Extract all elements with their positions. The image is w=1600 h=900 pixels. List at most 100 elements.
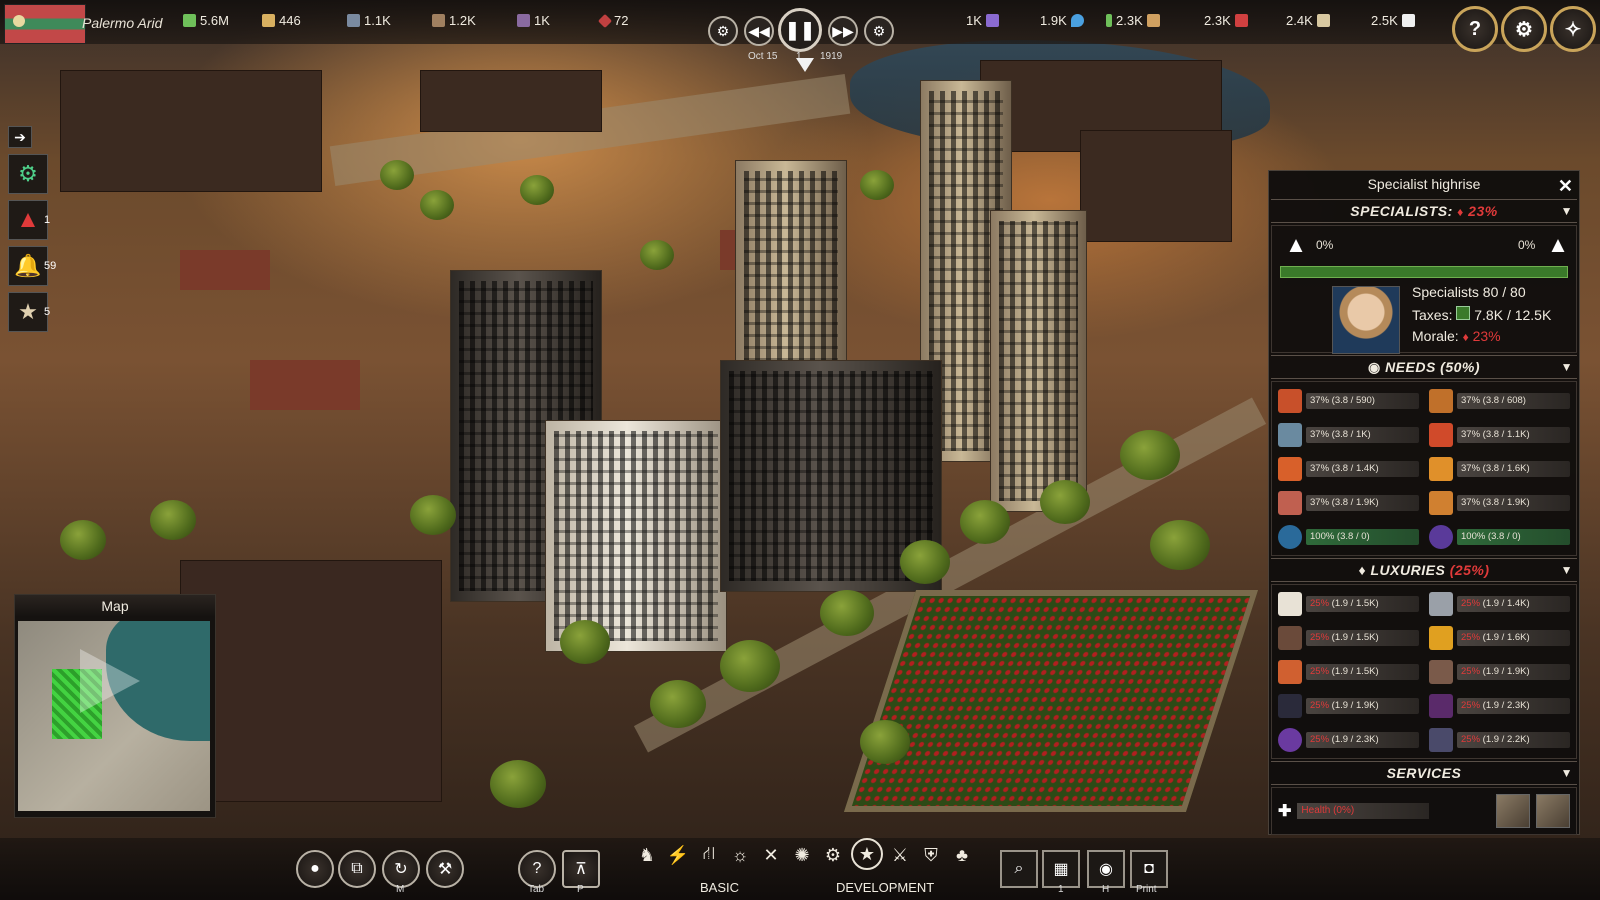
building-block (1080, 130, 1232, 242)
resource-goods[interactable]: 2.3K (1106, 13, 1160, 28)
luxury-item[interactable]: 25% (1.9 / 1.5K) (1278, 590, 1419, 617)
need-item[interactable]: 100% (3.8 / 0) (1278, 523, 1419, 550)
luxury-item[interactable]: 25% (1.9 / 1.9K) (1278, 692, 1419, 719)
need-item[interactable]: 37% (3.8 / 1.1K) (1429, 421, 1570, 448)
jewelry-icon (1429, 727, 1453, 752)
roads-icon[interactable]: ⛙ (696, 842, 722, 868)
mining-icon[interactable]: ⚔ (887, 842, 913, 868)
selected-specialist-highrise[interactable] (545, 420, 727, 652)
close-icon[interactable]: ✕ (1558, 173, 1573, 199)
luxuries-grid: 25% (1.9 / 1.5K) 25% (1.9 / 1.4K) 25% (1… (1271, 584, 1577, 759)
copy-button[interactable]: ⧉ (338, 850, 376, 888)
weather-icon[interactable]: ☼ (727, 842, 753, 868)
fast-forward-button[interactable]: ▶▶ (828, 16, 858, 46)
livestock-icon[interactable]: ♞ (634, 842, 660, 868)
need-item[interactable]: 37% (3.8 / 1K) (1278, 421, 1419, 448)
time-controls: ⚙ ◀◀ ❚❚ ▶▶ ⚙ Oct 15 1 1919 (708, 6, 894, 72)
districts-grid-icon: ▦ (1053, 861, 1069, 878)
resource-luxury[interactable]: 72 (597, 13, 628, 28)
luxury-item[interactable]: 25% (1.9 / 2.2K) (1429, 726, 1570, 753)
blueprint-button[interactable]: ⊼ (562, 850, 600, 888)
luxury-item[interactable]: 25% (1.9 / 2.3K) (1278, 726, 1419, 753)
warning-icon[interactable]: ▲ (8, 200, 48, 240)
luxury-item[interactable]: 25% (1.9 / 1.6K) (1429, 624, 1570, 651)
health-service-bar[interactable]: Health (0%) (1297, 803, 1430, 819)
hospital-building-thumbnail[interactable] (1536, 794, 1570, 828)
need-item[interactable]: 37% (3.8 / 1.6K) (1429, 455, 1570, 482)
need-item[interactable]: 37% (3.8 / 1.4K) (1278, 455, 1419, 482)
needs-icon: ◉ (1367, 359, 1381, 375)
minimap[interactable] (18, 621, 210, 811)
need-item[interactable]: 37% (3.8 / 608) (1429, 387, 1570, 414)
luxury-item[interactable]: 25% (1.9 / 1.4K) (1429, 590, 1570, 617)
chevron-down-icon[interactable]: ▼ (1561, 559, 1573, 581)
city-flag-icon[interactable] (4, 4, 86, 44)
resource-paper[interactable]: 2.5K (1371, 13, 1415, 28)
rewind-button[interactable]: ◀◀ (744, 16, 774, 46)
expand-icon[interactable]: ➔ (8, 126, 32, 148)
question-gear-icon: ? (532, 860, 542, 877)
luxury-item[interactable]: 25% (1.9 / 1.5K) (1278, 658, 1419, 685)
resource-power[interactable]: 1K (966, 13, 999, 28)
compass-drafting-icon: ⊼ (575, 861, 587, 878)
compass-menu-icon[interactable]: ✧ (1550, 6, 1596, 52)
need-item[interactable]: 37% (3.8 / 1.9K) (1278, 489, 1419, 516)
tab-development[interactable]: DEVELOPMENT (836, 880, 934, 895)
help-button[interactable]: ? (518, 850, 556, 888)
clinic-building-thumbnail[interactable] (1496, 794, 1530, 828)
resource-money[interactable]: 5.6M (183, 13, 229, 28)
fast-speed-gear-icon[interactable]: ⚙ (864, 16, 894, 46)
move-button[interactable]: ↻ (382, 850, 420, 888)
power-plug-icon[interactable]: ⚡ (665, 842, 691, 868)
government-star-icon[interactable]: ★ (851, 838, 883, 870)
districts-button[interactable]: ▦ (1042, 850, 1080, 888)
resource-water[interactable]: 1.9K (1040, 13, 1084, 28)
resource-workers[interactable]: 1.1K (347, 13, 391, 28)
slow-speed-gear-icon[interactable]: ⚙ (708, 16, 738, 46)
overlays-eye-button[interactable]: ◉ (1087, 850, 1125, 888)
chevron-down-icon[interactable]: ▼ (1561, 762, 1573, 784)
luxury-gem-icon: ♦ (1358, 562, 1367, 578)
nature-tree-icon[interactable]: ♣ (949, 842, 975, 868)
luxury-item[interactable]: 25% (1.9 / 2.3K) (1429, 692, 1570, 719)
settlement-icon[interactable]: ✺ (789, 842, 815, 868)
resource-population[interactable]: 446 (262, 13, 301, 28)
minimap-camera-frustum (80, 649, 140, 713)
luxury-item[interactable]: 25% (1.9 / 1.9K) (1429, 658, 1570, 685)
help-button[interactable]: ? (1452, 6, 1498, 52)
needs-section-header[interactable]: ◉ NEEDS (50%) ▼ (1271, 355, 1577, 379)
demolish-button[interactable]: ● (296, 850, 334, 888)
luxuries-section-header[interactable]: ♦ LUXURIES (25%) ▼ (1271, 558, 1577, 582)
services-section-header[interactable]: SERVICES ▼ (1271, 761, 1577, 785)
need-item[interactable]: 37% (3.8 / 590) (1278, 387, 1419, 414)
screenshot-camera-button[interactable]: ◘ (1130, 850, 1168, 888)
resource-farmers[interactable]: 1.2K (432, 13, 476, 28)
rose-garden-park (843, 590, 1259, 812)
tools-button[interactable]: ⚒ (426, 850, 464, 888)
industry-tools-icon[interactable]: ✕ (758, 842, 784, 868)
chevron-down-icon[interactable]: ▼ (1561, 356, 1573, 378)
help-gear-icon[interactable]: ⚙ (8, 154, 48, 194)
health-cross-icon: ✚ (1278, 803, 1292, 820)
paper-icon (1401, 14, 1415, 27)
resource-meat[interactable]: 2.3K (1204, 13, 1248, 28)
dress-icon (1429, 693, 1453, 718)
achievement-star-icon[interactable]: ★ (8, 292, 48, 332)
warning-count: 1 (44, 214, 51, 226)
radio-icon (1278, 659, 1302, 684)
chevron-down-icon[interactable]: ▼ (1561, 200, 1573, 222)
specialists-section-header[interactable]: SPECIALISTS: ♦ 23% ▼ (1271, 199, 1577, 223)
settings-gear-icon[interactable]: ⚙ (1501, 6, 1547, 52)
city-name[interactable]: Palermo Arid (82, 15, 162, 31)
inspect-zoom-button[interactable]: ⌕ (1000, 850, 1038, 888)
resource-engineers[interactable]: 1K (517, 13, 550, 28)
need-item[interactable]: 100% (3.8 / 0) (1429, 523, 1570, 550)
need-item[interactable]: 37% (3.8 / 1.9K) (1429, 489, 1570, 516)
resource-bread[interactable]: 2.4K (1286, 13, 1330, 28)
luxury-item[interactable]: 25% (1.9 / 1.5K) (1278, 624, 1419, 651)
pause-button[interactable]: ❚❚ (778, 8, 822, 52)
tab-basic[interactable]: BASIC (700, 880, 739, 895)
police-badge-icon[interactable]: ⛨ (918, 842, 944, 868)
notification-bell-icon[interactable]: 🔔 (8, 246, 48, 286)
factory-icon[interactable]: ⚙ (820, 842, 846, 868)
